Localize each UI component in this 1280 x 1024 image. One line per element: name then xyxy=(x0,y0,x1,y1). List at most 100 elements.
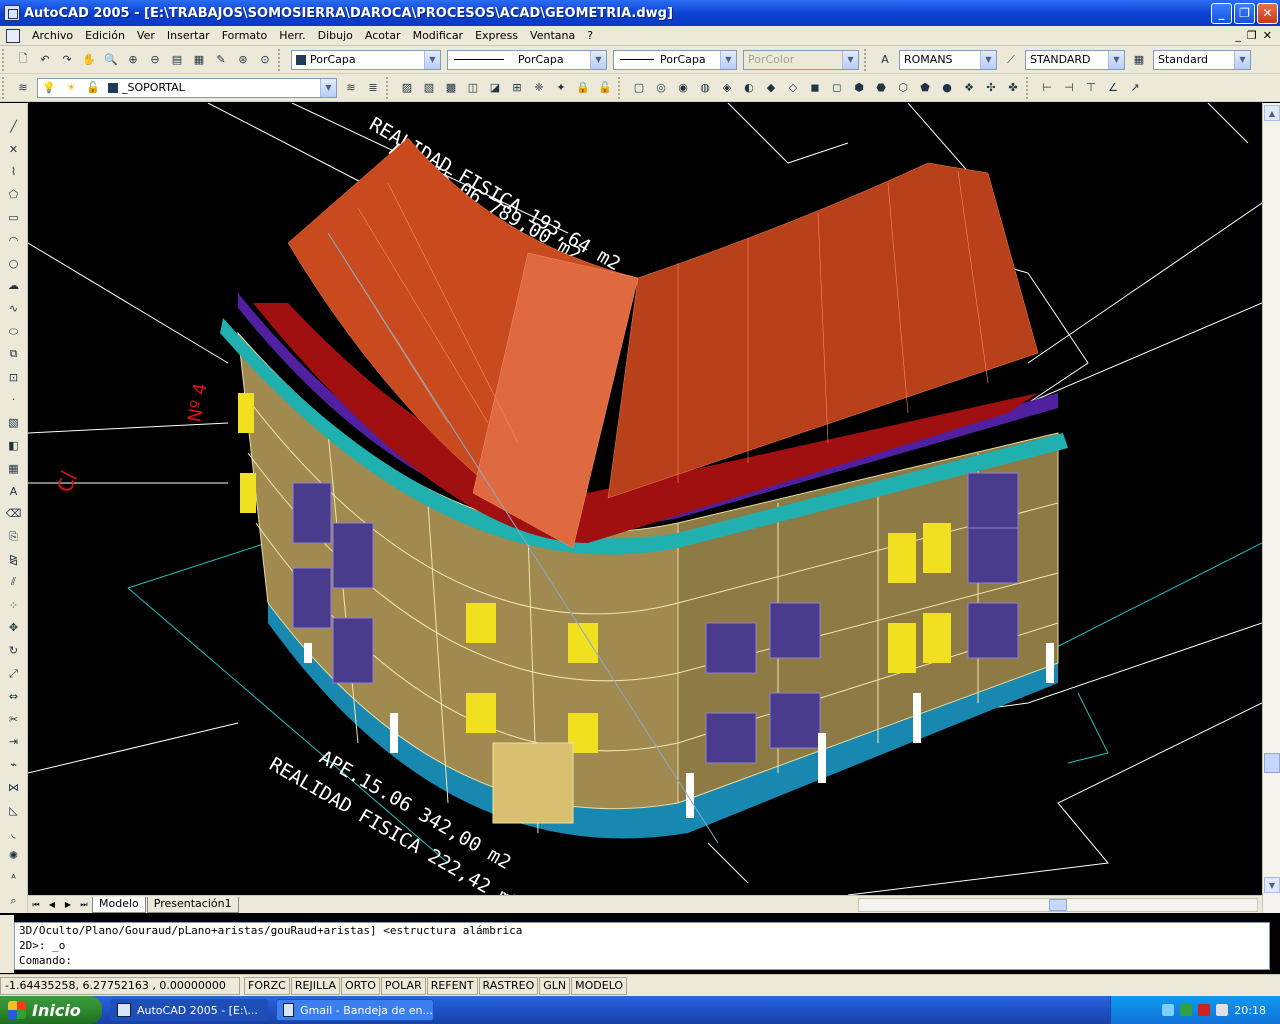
trim-icon[interactable]: ✂ xyxy=(5,710,23,729)
make-block-icon[interactable]: ⊡ xyxy=(5,368,23,387)
dim-angular-icon[interactable]: ∠ xyxy=(1104,79,1122,97)
revcloud-icon[interactable]: ☁ xyxy=(5,277,23,296)
chamfer-icon[interactable]: ◺ xyxy=(5,801,23,820)
slice-icon[interactable]: ◼ xyxy=(806,79,824,97)
polar-toggle[interactable]: POLAR xyxy=(380,976,426,995)
toolbar-grip[interactable] xyxy=(278,48,284,71)
interfere-icon[interactable]: ⬢ xyxy=(850,79,868,97)
explode-icon[interactable]: ✺ xyxy=(5,847,23,866)
table-icon[interactable]: ▦ xyxy=(5,459,23,478)
model-toggle[interactable]: MODELO xyxy=(571,976,628,995)
dim-style-icon[interactable]: ⟋ xyxy=(1002,51,1020,69)
toolbar-grip[interactable] xyxy=(618,76,624,99)
taskbar-gmail[interactable]: Gmail - Bandeja de en... xyxy=(276,999,434,1021)
menu-archivo[interactable]: Archivo xyxy=(26,27,79,45)
chevron-down-icon[interactable]: ▼ xyxy=(980,50,996,69)
doc-close-icon[interactable]: ✕ xyxy=(1263,29,1272,42)
scroll-thumb[interactable] xyxy=(1049,898,1067,911)
markup-icon[interactable]: ⊛ xyxy=(234,51,252,69)
sphere-icon[interactable]: ◎ xyxy=(652,79,670,97)
zoom-realtime-icon[interactable]: 🔍 xyxy=(102,51,120,69)
section-icon[interactable]: ◻ xyxy=(828,79,846,97)
pan-icon[interactable]: ✋ xyxy=(80,51,98,69)
document-icon[interactable] xyxy=(6,28,20,43)
layer-lock-icon[interactable]: 🔒 xyxy=(574,79,592,97)
tab-model[interactable]: Modelo xyxy=(92,896,146,913)
network-icon[interactable] xyxy=(1162,1004,1175,1016)
wedge-icon[interactable]: ◈ xyxy=(718,79,736,97)
new-file-icon[interactable]: 🗋 xyxy=(14,51,32,69)
scroll-up-icon[interactable]: ▲ xyxy=(1264,105,1280,121)
menu-formato[interactable]: Formato xyxy=(216,27,274,45)
menu-ventana[interactable]: Ventana xyxy=(524,27,581,45)
cone-icon[interactable]: ◍ xyxy=(696,79,714,97)
mtext-icon[interactable]: A xyxy=(5,482,23,501)
osnap-toggle[interactable]: REFENT xyxy=(426,976,478,995)
taskbar-autocad[interactable]: AutoCAD 2005 - [E:\... xyxy=(110,999,268,1021)
dim-radius-icon[interactable]: ⊤ xyxy=(1082,79,1100,97)
hatch-icon[interactable]: ▧ xyxy=(5,413,23,432)
join-icon[interactable]: ⋈ xyxy=(5,778,23,797)
dim-linear-icon[interactable]: ⊢ xyxy=(1038,79,1056,97)
stretch-icon[interactable]: ⇔ xyxy=(5,687,23,706)
model-viewport[interactable]: C/ Nº 4 REALIDAD FISICA 193,64 m2 APE.15… xyxy=(28,103,1262,895)
insert-block-icon[interactable]: ⧉ xyxy=(5,345,23,364)
antivirus-icon[interactable] xyxy=(1180,1004,1193,1016)
table-style-icon[interactable]: ▦ xyxy=(1130,51,1148,69)
snap-toggle[interactable]: FORZC xyxy=(244,976,290,995)
break-icon[interactable]: ⌁ xyxy=(5,755,23,774)
menu-modificar[interactable]: Modificar xyxy=(407,27,470,45)
spline-icon[interactable]: ∿ xyxy=(5,299,23,318)
doc-restore-icon[interactable]: ❐ xyxy=(1247,29,1257,42)
menu-edicion[interactable]: Edición xyxy=(79,27,131,45)
zoom-previous-icon[interactable]: ⊖ xyxy=(146,51,164,69)
fillet-icon[interactable]: ◟ xyxy=(5,824,23,843)
dim-style-select[interactable]: STANDARD ▼ xyxy=(1025,49,1125,70)
toolbar-grip[interactable] xyxy=(2,76,8,99)
doc-minimize-icon[interactable]: _ xyxy=(1235,29,1241,42)
subtract-icon[interactable]: ⬡ xyxy=(894,79,912,97)
lineweight-select[interactable]: PorCapa ▼ xyxy=(613,49,737,70)
autocad-app-icon[interactable] xyxy=(4,5,20,21)
prev-tab-icon[interactable]: ◀ xyxy=(44,898,60,912)
layer-tool-2-icon[interactable]: ▧ xyxy=(420,79,438,97)
toolbar-grip[interactable] xyxy=(2,48,8,71)
table-style-select[interactable]: Standard ▼ xyxy=(1153,49,1251,70)
scroll-down-icon[interactable]: ▼ xyxy=(1264,877,1280,893)
scroll-thumb[interactable] xyxy=(1264,753,1280,773)
toolbar-grip[interactable] xyxy=(386,76,392,99)
box-icon[interactable]: ▢ xyxy=(630,79,648,97)
linetype-select[interactable]: PorCapa ▼ xyxy=(447,49,607,70)
layer-select[interactable]: 💡 ☀ 🔓 _SOPORTAL ▼ xyxy=(37,77,337,98)
layer-tool-4-icon[interactable]: ◫ xyxy=(464,79,482,97)
region-icon[interactable]: ◧ xyxy=(5,436,23,455)
start-button[interactable]: Inicio xyxy=(0,996,102,1024)
command-prompt[interactable]: Comando: xyxy=(19,953,1269,968)
lineweight-toggle[interactable]: GLN xyxy=(539,976,571,995)
ati-icon[interactable] xyxy=(1198,1004,1211,1016)
volume-icon[interactable] xyxy=(1216,1004,1229,1016)
layer-manager-icon[interactable]: ≋ xyxy=(14,79,32,97)
minimize-button[interactable]: _ xyxy=(1211,2,1232,24)
construction-line-icon[interactable]: ✕ xyxy=(5,140,23,159)
next-tab-icon[interactable]: ▶ xyxy=(60,898,76,912)
layer-tool-1-icon[interactable]: ▨ xyxy=(398,79,416,97)
chevron-down-icon[interactable]: ▼ xyxy=(320,78,336,97)
layer-tool-6-icon[interactable]: ⊞ xyxy=(508,79,526,97)
layer-tool-8-icon[interactable]: ✦ xyxy=(552,79,570,97)
menu-insertar[interactable]: Insertar xyxy=(161,27,216,45)
drawing-area[interactable]: C/ Nº 4 REALIDAD FISICA 193,64 m2 APE.15… xyxy=(28,103,1262,895)
move-icon[interactable]: ✥ xyxy=(5,619,23,638)
circle-icon[interactable]: ○ xyxy=(5,254,23,273)
view-icon[interactable]: ✤ xyxy=(1004,79,1022,97)
tool-palette-icon[interactable]: ✎ xyxy=(212,51,230,69)
torus-icon[interactable]: ◐ xyxy=(740,79,758,97)
dim-aligned-icon[interactable]: ⊣ xyxy=(1060,79,1078,97)
text-style-select[interactable]: ROMANS ▼ xyxy=(899,49,997,70)
ortho-toggle[interactable]: ORTO xyxy=(340,976,380,995)
menu-dibujo[interactable]: Dibujo xyxy=(312,27,359,45)
erase-icon[interactable]: ⌫ xyxy=(5,505,23,524)
mirror-icon[interactable]: ⧎ xyxy=(5,550,23,569)
layer-tool-5-icon[interactable]: ◪ xyxy=(486,79,504,97)
snap-icon[interactable]: ⊙ xyxy=(256,51,274,69)
